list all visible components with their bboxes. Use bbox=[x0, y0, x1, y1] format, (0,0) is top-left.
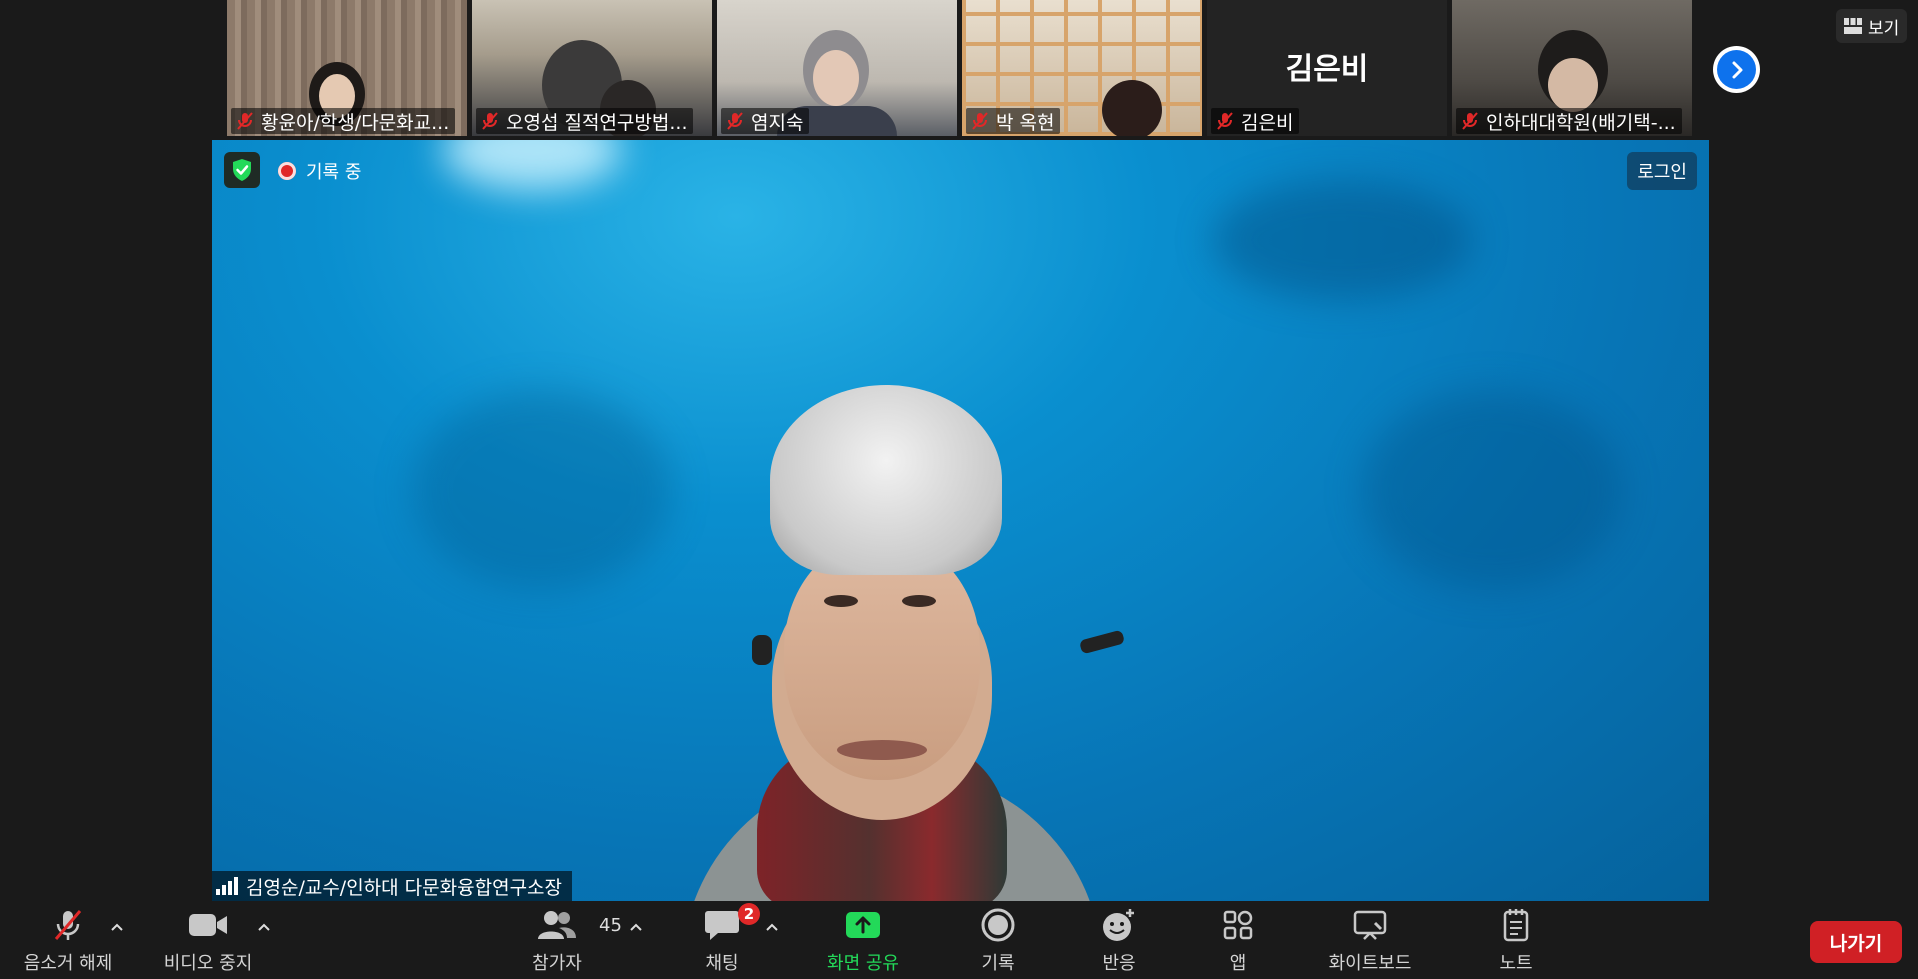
earphone bbox=[752, 635, 772, 665]
share-arrow-icon bbox=[845, 907, 881, 943]
stop-video-label: 비디오 중지 bbox=[163, 953, 253, 974]
participants-options-caret[interactable] bbox=[626, 917, 646, 937]
chat-label: 채팅 bbox=[705, 953, 739, 974]
apps-button[interactable]: 앱 bbox=[1216, 907, 1260, 975]
apps-label: 앱 bbox=[1229, 953, 1247, 974]
shadow-patch bbox=[1212, 180, 1472, 300]
participant-nametag: 염지숙 bbox=[721, 108, 810, 134]
chat-unread-badge: 2 bbox=[738, 903, 760, 925]
reactions-button[interactable]: 반응 bbox=[1093, 907, 1145, 975]
recording-indicator[interactable]: 기록 중 bbox=[278, 158, 361, 184]
unmute-button[interactable]: 음소거 해제 bbox=[18, 907, 118, 975]
share-screen-label: 화면 공유 bbox=[827, 953, 899, 974]
participant-thumbnail[interactable]: 인하대대학원(배기택-... bbox=[1452, 0, 1692, 136]
whiteboard-label: 화이트보드 bbox=[1328, 953, 1412, 974]
participant-head bbox=[1102, 80, 1162, 136]
speaker-eye bbox=[824, 595, 858, 607]
participant-nametag: 김은비 bbox=[1211, 108, 1300, 134]
chevron-up-icon bbox=[630, 923, 642, 931]
view-button[interactable]: 보기 bbox=[1836, 9, 1908, 43]
participant-name: 염지숙 bbox=[751, 111, 804, 134]
participant-face bbox=[1548, 58, 1598, 112]
participant-name: 오영섭 질적연구방법... bbox=[506, 111, 688, 134]
smiley-plus-icon bbox=[1101, 907, 1137, 943]
participant-thumbnail[interactable]: 박 옥현 bbox=[962, 0, 1202, 136]
shield-check-icon bbox=[233, 159, 251, 181]
notes-button[interactable]: 노트 bbox=[1495, 907, 1537, 975]
muted-mic-icon bbox=[1217, 112, 1233, 130]
speaker-name: 김영순/교수/인하대 다문화융합연구소장 bbox=[246, 876, 563, 899]
video-options-caret[interactable] bbox=[254, 917, 274, 937]
notes-icon bbox=[1502, 907, 1530, 943]
record-button[interactable]: 기록 bbox=[972, 907, 1024, 975]
apps-icon bbox=[1222, 907, 1254, 943]
participants-count: 45 bbox=[599, 915, 622, 936]
speaker-nametag: 김영순/교수/인하대 다문화융합연구소장 bbox=[212, 871, 573, 901]
light-glare bbox=[442, 140, 622, 190]
participants-icon: 45 bbox=[537, 907, 622, 943]
muted-mic-icon bbox=[482, 112, 498, 130]
chevron-up-icon bbox=[258, 923, 270, 931]
muted-mic-icon bbox=[972, 112, 988, 130]
speaker-mouth bbox=[837, 740, 927, 760]
whiteboard-icon bbox=[1353, 907, 1387, 943]
headset-mic bbox=[1078, 629, 1126, 655]
muted-mic-icon bbox=[727, 112, 743, 130]
speaker-hair bbox=[770, 385, 1002, 575]
chevron-right-icon bbox=[1717, 50, 1756, 89]
security-badge[interactable] bbox=[224, 152, 260, 188]
active-speaker-video: 기록 중 로그인 김영순/교수/인하대 다문화융합연구소장 bbox=[212, 140, 1709, 901]
participant-face bbox=[813, 50, 859, 106]
speaker-eye bbox=[902, 595, 936, 607]
unmute-label: 음소거 해제 bbox=[23, 953, 113, 974]
participants-button[interactable]: 45 참가자 bbox=[520, 907, 622, 975]
reactions-label: 반응 bbox=[1102, 953, 1136, 974]
share-screen-button[interactable]: 화면 공유 bbox=[818, 907, 908, 975]
audio-options-caret[interactable] bbox=[107, 917, 127, 937]
next-page-button[interactable] bbox=[1713, 46, 1760, 93]
recording-label: 기록 중 bbox=[306, 162, 362, 183]
chevron-up-icon bbox=[111, 923, 123, 931]
signal-bars-icon bbox=[216, 877, 238, 895]
stop-video-button[interactable]: 비디오 중지 bbox=[158, 907, 258, 975]
chat-options-caret[interactable] bbox=[762, 917, 782, 937]
record-label: 기록 bbox=[981, 953, 1015, 974]
notes-label: 노트 bbox=[1499, 953, 1533, 974]
view-label: 보기 bbox=[1868, 18, 1900, 39]
participant-thumbnail[interactable]: 염지숙 bbox=[717, 0, 957, 136]
whiteboard-button[interactable]: 화이트보드 bbox=[1324, 907, 1416, 975]
participant-name: 황윤아/학생/다문화교... bbox=[261, 111, 450, 134]
participant-thumbnail[interactable]: 김은비 김은비 bbox=[1207, 0, 1447, 136]
participant-nametag: 황윤아/학생/다문화교... bbox=[231, 108, 456, 134]
muted-mic-icon bbox=[50, 907, 86, 943]
leave-button[interactable]: 나가기 bbox=[1810, 921, 1902, 963]
video-off-name: 김은비 bbox=[1285, 52, 1369, 87]
shadow-patch bbox=[412, 390, 672, 590]
participant-name: 박 옥현 bbox=[996, 111, 1055, 134]
muted-mic-icon bbox=[1462, 112, 1478, 130]
participant-thumbnail[interactable]: 오영섭 질적연구방법... bbox=[472, 0, 712, 136]
video-camera-icon bbox=[188, 907, 228, 943]
chat-bubble-icon: 2 bbox=[704, 903, 760, 943]
recording-dot-icon bbox=[278, 162, 296, 180]
muted-mic-icon bbox=[237, 112, 253, 130]
participant-nametag: 박 옥현 bbox=[966, 108, 1061, 134]
participant-thumbnail[interactable]: 황윤아/학생/다문화교... bbox=[227, 0, 467, 136]
meeting-toolbar: 음소거 해제 비디오 중지 45 참가자 2 채팅 화면 공유 기록 반응 앱 … bbox=[0, 901, 1918, 979]
participant-nametag: 오영섭 질적연구방법... bbox=[476, 108, 694, 134]
grid-icon bbox=[1844, 18, 1862, 34]
login-button[interactable]: 로그인 bbox=[1627, 152, 1697, 190]
record-icon bbox=[981, 907, 1015, 943]
chat-button[interactable]: 2 채팅 bbox=[696, 903, 760, 975]
participants-label: 참가자 bbox=[532, 953, 582, 974]
login-label: 로그인 bbox=[1637, 162, 1687, 183]
shadow-patch bbox=[1362, 390, 1622, 590]
participant-name: 인하대대학원(배기택-... bbox=[1486, 111, 1676, 134]
participant-nametag: 인하대대학원(배기택-... bbox=[1456, 108, 1682, 134]
participant-name: 김은비 bbox=[1241, 111, 1294, 134]
chevron-up-icon bbox=[766, 923, 778, 931]
